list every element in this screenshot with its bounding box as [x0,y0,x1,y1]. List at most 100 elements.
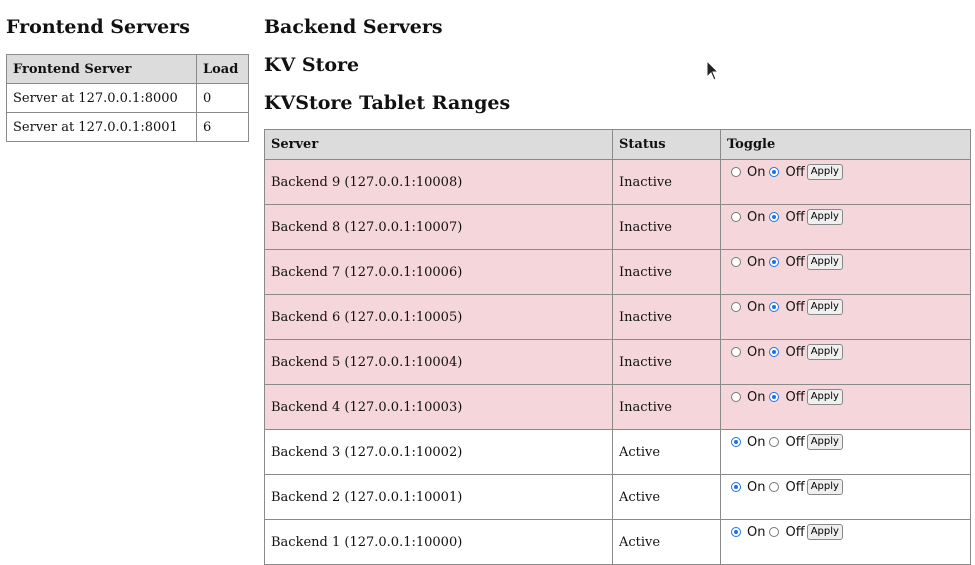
apply-button[interactable]: Apply [806,254,843,270]
on-radio[interactable] [731,527,741,537]
on-radio[interactable] [731,302,741,312]
col-header-server: Server [264,129,613,160]
backend-server-name: Backend 2 (127.0.0.1:10001) [264,474,613,520]
table-row: Backend 7 (127.0.0.1:10006) Inactive On Off… [264,249,971,295]
on-label[interactable]: On [747,480,765,495]
col-header-toggle: Toggle [720,129,971,160]
off-radio[interactable] [769,482,780,492]
toggle-control: On Off Apply [727,164,964,180]
table-row: Backend 6 (127.0.0.1:10005) Inactive On Off… [264,294,971,340]
kv-store-heading: KV Store [264,54,360,76]
backend-server-name: Backend 4 (127.0.0.1:10003) [264,384,613,430]
table-row: Backend 2 (127.0.0.1:10001) Active On Off Ap… [264,474,971,520]
off-radio[interactable] [769,212,780,222]
backend-status: Inactive [612,159,721,205]
off-label[interactable]: Off [785,390,804,405]
on-radio[interactable] [731,482,741,492]
toggle-control: On Off Apply [727,299,964,315]
on-label[interactable]: On [747,435,765,450]
on-radio[interactable] [731,212,741,222]
apply-button[interactable]: Apply [806,479,843,495]
apply-button[interactable]: Apply [806,209,843,225]
on-radio[interactable] [731,347,741,357]
col-header-load: Load [196,54,249,84]
on-radio[interactable] [731,167,741,177]
on-radio[interactable] [731,257,741,267]
frontend-server-name: Server at 127.0.0.1:8001 [6,112,197,142]
on-label[interactable]: On [747,210,765,225]
on-radio[interactable] [731,437,741,447]
off-radio[interactable] [769,167,780,177]
apply-button[interactable]: Apply [806,344,843,360]
off-label[interactable]: Off [785,435,804,450]
off-radio[interactable] [769,302,780,312]
tablet-ranges-heading: KVStore Tablet Ranges [264,92,511,114]
off-label[interactable]: Off [785,255,804,270]
off-radio[interactable] [769,437,780,447]
backend-status: Active [612,429,721,475]
apply-button[interactable]: Apply [806,524,843,540]
col-header-frontend-server: Frontend Server [6,54,197,84]
apply-button[interactable]: Apply [806,164,843,180]
backend-status: Inactive [612,204,721,250]
toggle-cell: On Off Apply [720,474,971,520]
toggle-cell: On Off Apply [720,159,971,205]
table-row: Server at 127.0.0.1:8001 6 [6,112,249,142]
toggle-cell: On Off Apply [720,204,971,250]
backend-status: Active [612,474,721,520]
on-label[interactable]: On [747,525,765,540]
off-label[interactable]: Off [785,300,804,315]
backend-status: Active [612,519,721,565]
backend-server-name: Backend 3 (127.0.0.1:10002) [264,429,613,475]
backend-status: Inactive [612,384,721,430]
table-row: Backend 9 (127.0.0.1:10008) Inactive On Off… [264,159,971,205]
table-row: Backend 5 (127.0.0.1:10004) Inactive On Off… [264,339,971,385]
backend-server-name: Backend 7 (127.0.0.1:10006) [264,249,613,295]
backend-server-name: Backend 9 (127.0.0.1:10008) [264,159,613,205]
off-radio[interactable] [769,347,780,357]
frontend-server-load: 6 [196,112,249,142]
backend-status: Inactive [612,294,721,340]
toggle-control: On Off Apply [727,254,964,270]
toggle-control: On Off Apply [727,479,964,495]
on-label[interactable]: On [747,390,765,405]
backend-servers-table: Server Status Toggle Backend 9 (127.0.0.… [264,129,971,565]
backend-servers-heading: Backend Servers [264,16,443,38]
frontend-server-name: Server at 127.0.0.1:8000 [6,83,197,113]
mouse-cursor-icon [706,60,720,81]
on-label[interactable]: On [747,255,765,270]
table-row: Server at 127.0.0.1:8000 0 [6,83,249,113]
toggle-cell: On Off Apply [720,429,971,475]
table-row: Backend 8 (127.0.0.1:10007) Inactive On Off… [264,204,971,250]
backend-server-name: Backend 8 (127.0.0.1:10007) [264,204,613,250]
col-header-status: Status [612,129,721,160]
toggle-control: On Off Apply [727,434,964,450]
toggle-control: On Off Apply [727,524,964,540]
off-label[interactable]: Off [785,525,804,540]
apply-button[interactable]: Apply [806,434,843,450]
on-radio[interactable] [731,392,741,402]
toggle-cell: On Off Apply [720,339,971,385]
off-label[interactable]: Off [785,345,804,360]
toggle-cell: On Off Apply [720,519,971,565]
off-label[interactable]: Off [785,210,804,225]
toggle-control: On Off Apply [727,344,964,360]
frontend-server-load: 0 [196,83,249,113]
on-label[interactable]: On [747,300,765,315]
off-radio[interactable] [769,257,780,267]
frontend-servers-table: Frontend Server Load Server at 127.0.0.1… [6,54,249,142]
frontend-servers-heading: Frontend Servers [6,16,190,38]
off-radio[interactable] [769,392,780,402]
on-label[interactable]: On [747,345,765,360]
toggle-cell: On Off Apply [720,249,971,295]
apply-button[interactable]: Apply [806,299,843,315]
table-row: Backend 1 (127.0.0.1:10000) Active On Off Ap… [264,519,971,565]
off-label[interactable]: Off [785,480,804,495]
on-label[interactable]: On [747,165,765,180]
toggle-cell: On Off Apply [720,384,971,430]
off-radio[interactable] [769,527,780,537]
toggle-control: On Off Apply [727,389,964,405]
off-label[interactable]: Off [785,165,804,180]
apply-button[interactable]: Apply [806,389,843,405]
backend-server-name: Backend 5 (127.0.0.1:10004) [264,339,613,385]
